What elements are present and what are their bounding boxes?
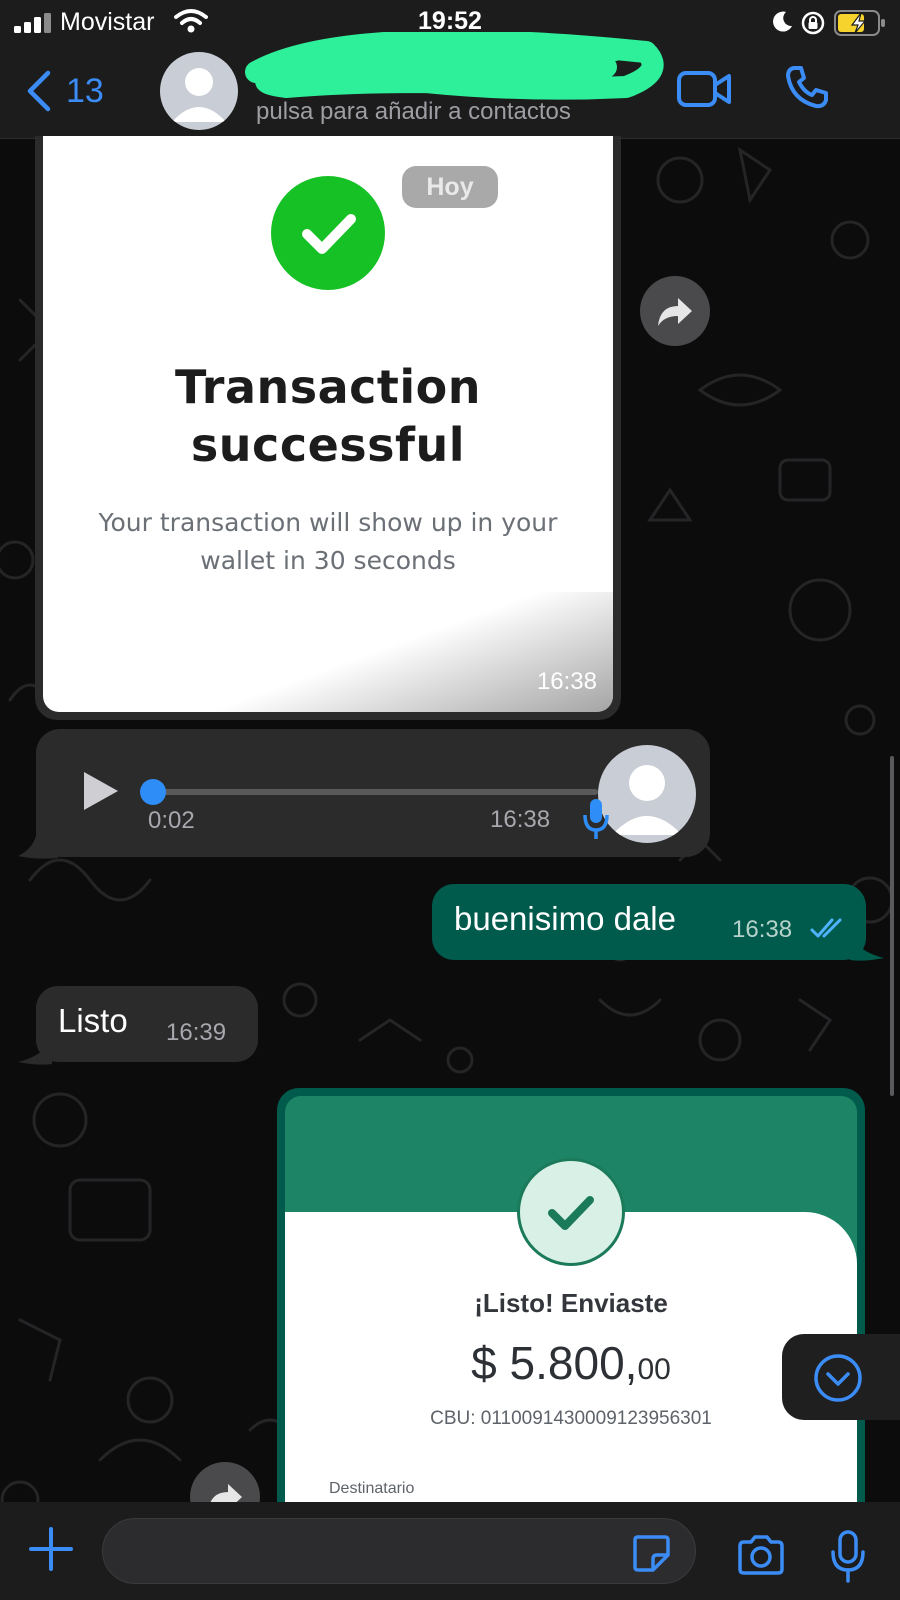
success-check-badge [517, 1158, 625, 1266]
orientation-lock-icon [801, 11, 825, 35]
phone-icon[interactable] [784, 64, 830, 110]
transaction-desc-line1: Your transaction will show up in your [98, 508, 558, 537]
transaction-screenshot[interactable]: Transaction successful Your transaction … [43, 136, 613, 712]
success-check-badge [271, 176, 385, 290]
battery-charging-icon [834, 10, 885, 36]
chevron-down-circle-icon [814, 1354, 862, 1402]
microphone-icon[interactable] [830, 1530, 866, 1584]
amount-cents: 00 [637, 1353, 671, 1386]
receipt-screenshot[interactable]: ¡Listo! Enviaste $ 5.800,00 CBU: 0110091… [285, 1096, 857, 1508]
receipt-cbu: CBU: 0110091430009123956301 [430, 1408, 712, 1429]
voice-duration: 0:02 [148, 807, 195, 834]
image-message-transaction[interactable]: Transaction successful Your transaction … [35, 136, 621, 720]
forward-icon [658, 298, 692, 326]
scrollbar[interactable] [890, 756, 894, 1096]
date-separator: Hoy [402, 166, 498, 208]
message-time: 16:38 [732, 916, 793, 943]
read-receipt-icon [810, 918, 842, 938]
transaction-description: Your transaction will show up in your wa… [43, 504, 613, 580]
sender-avatar [598, 745, 696, 843]
message-text: Listo [58, 1002, 128, 1039]
transaction-title-line2: successful [190, 418, 466, 472]
camera-icon[interactable] [736, 1534, 786, 1576]
contact-subtitle[interactable]: pulsa para añadir a contactos [256, 98, 571, 126]
image-message-receipt[interactable]: ¡Listo! Enviaste $ 5.800,00 CBU: 0110091… [277, 1088, 865, 1508]
checkmark-icon [548, 1196, 594, 1230]
outgoing-message[interactable]: buenisimo dale 16:38 [432, 884, 866, 960]
sticker-icon[interactable] [631, 1533, 671, 1573]
scroll-to-bottom-button[interactable] [782, 1334, 900, 1420]
checkmark-icon [302, 214, 356, 254]
voice-progress-knob[interactable] [140, 779, 166, 805]
microphone-icon [583, 799, 609, 839]
receipt-amount: $ 5.800,00 [285, 1336, 857, 1390]
chevron-left-icon [27, 70, 51, 112]
video-camera-icon[interactable] [676, 68, 732, 110]
receipt-title: ¡Listo! Enviaste [474, 1288, 668, 1318]
play-icon[interactable] [80, 769, 120, 813]
transaction-title: Transaction successful [43, 358, 613, 474]
do-not-disturb-icon [773, 11, 792, 32]
message-time: 16:38 [536, 668, 597, 695]
amount-main: $ 5.800, [471, 1337, 638, 1389]
unread-count: 13 [66, 71, 104, 110]
avatar-icon [612, 765, 682, 835]
message-text: buenisimo dale [454, 900, 676, 937]
message-time: 16:39 [166, 1019, 227, 1046]
message-field[interactable] [102, 1518, 696, 1584]
image-shade [43, 592, 613, 712]
back-button[interactable]: 13 [26, 66, 104, 116]
transaction-title-line1: Transaction [174, 360, 482, 414]
voice-message[interactable]: 0:02 16:38 [36, 729, 710, 857]
plus-icon[interactable] [28, 1526, 74, 1572]
chat-header: 13 +54 9 11 0000-0000 pulsa para añadir … [0, 32, 900, 139]
message-input-bar [0, 1502, 900, 1600]
incoming-message[interactable]: Listo 16:39 [36, 986, 258, 1062]
receipt-destinatario-label: Destinatario [329, 1480, 415, 1497]
voice-progress-track[interactable] [154, 789, 598, 795]
transaction-desc-line2: wallet in 30 seconds [200, 546, 456, 575]
message-input[interactable] [121, 1519, 601, 1583]
forward-button[interactable] [640, 276, 710, 346]
message-time: 16:38 [490, 806, 551, 833]
